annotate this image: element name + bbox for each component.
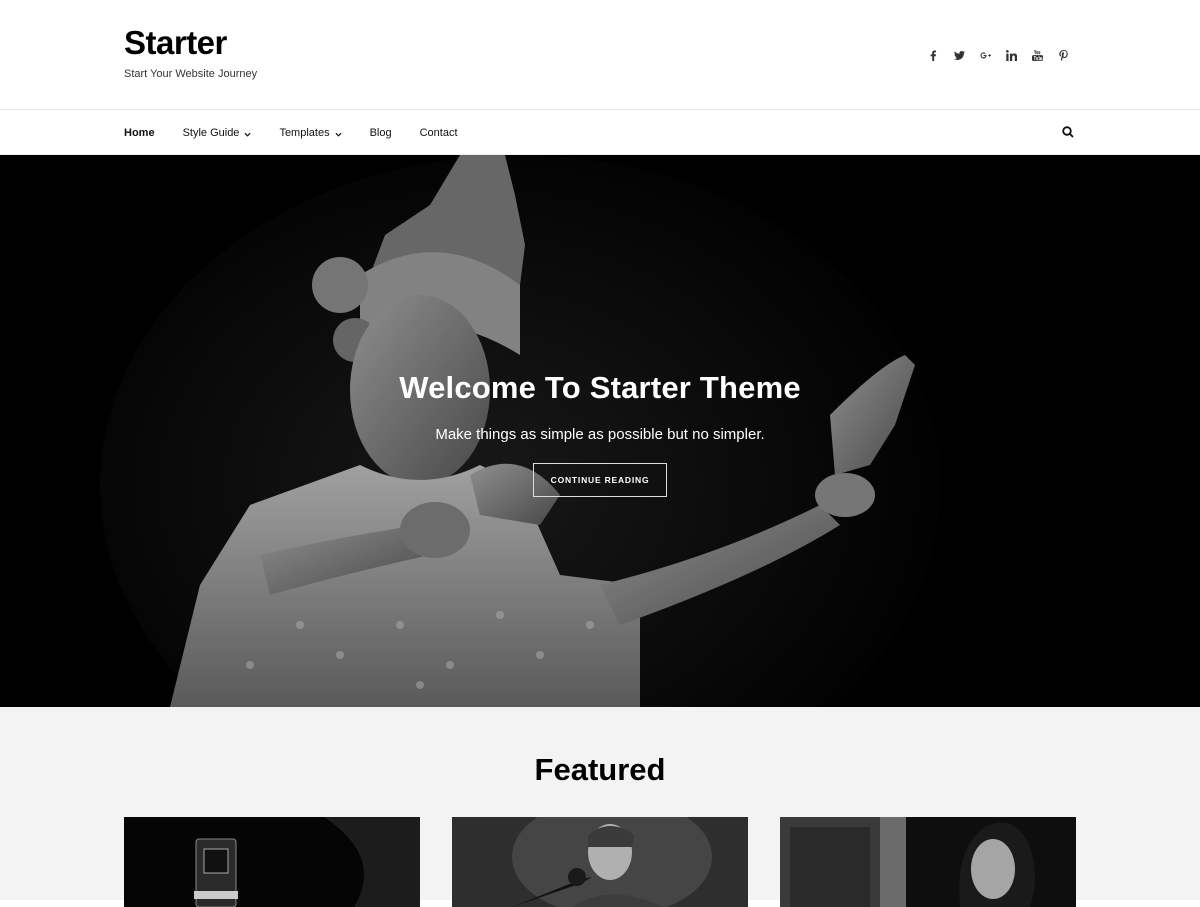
nav-item-label: Blog xyxy=(369,126,392,139)
linkedin-icon[interactable] xyxy=(998,47,1024,63)
hero-title: Welcome To Starter Theme xyxy=(399,370,801,405)
pinterest-icon[interactable] xyxy=(1050,47,1076,63)
featured-card-image xyxy=(124,817,420,907)
featured-title: Featured xyxy=(534,752,666,787)
nav-item-home[interactable]: Home xyxy=(124,127,155,139)
continue-reading-button[interactable]: CONTINUE READING xyxy=(532,463,668,497)
featured-cards xyxy=(124,817,1076,907)
nav-item-templates[interactable]: Templates xyxy=(279,126,342,139)
featured-card[interactable] xyxy=(780,817,1076,907)
main-navigation: Home Style Guide Templates Blog Contact xyxy=(0,110,1200,155)
nav-item-blog[interactable]: Blog xyxy=(370,127,392,139)
chevron-down-icon xyxy=(244,129,251,137)
featured-card[interactable] xyxy=(452,817,748,907)
nav-item-label: Style Guide xyxy=(182,126,240,139)
nav-item-label: Home xyxy=(124,126,155,139)
featured-card[interactable] xyxy=(124,817,420,907)
site-tagline: Start Your Website Journey xyxy=(124,68,258,80)
site-header: Starter Start Your Website Journey xyxy=(0,0,1200,110)
site-title[interactable]: Starter xyxy=(124,24,227,62)
featured-section: Featured xyxy=(0,707,1200,907)
search-icon[interactable] xyxy=(1062,125,1076,139)
twitter-icon[interactable] xyxy=(946,47,972,63)
social-links xyxy=(920,47,1076,63)
featured-card-image xyxy=(452,817,748,907)
facebook-icon[interactable] xyxy=(920,47,946,63)
chevron-down-icon xyxy=(335,129,342,137)
nav-item-style-guide[interactable]: Style Guide xyxy=(183,127,252,139)
hero-subtitle: Make things as simple as possible but no… xyxy=(435,426,765,443)
hero-content: Welcome To Starter Theme Make things as … xyxy=(0,370,1200,497)
nav-item-contact[interactable]: Contact xyxy=(420,127,458,139)
hero-banner: Welcome To Starter Theme Make things as … xyxy=(0,155,1200,707)
nav-item-label: Templates xyxy=(279,126,330,139)
nav-item-label: Contact xyxy=(419,126,458,139)
youtube-icon[interactable] xyxy=(1024,47,1050,63)
nav-menu: Home Style Guide Templates Blog Contact xyxy=(124,110,486,155)
featured-card-image xyxy=(780,817,1076,907)
google-plus-icon[interactable] xyxy=(972,47,998,63)
